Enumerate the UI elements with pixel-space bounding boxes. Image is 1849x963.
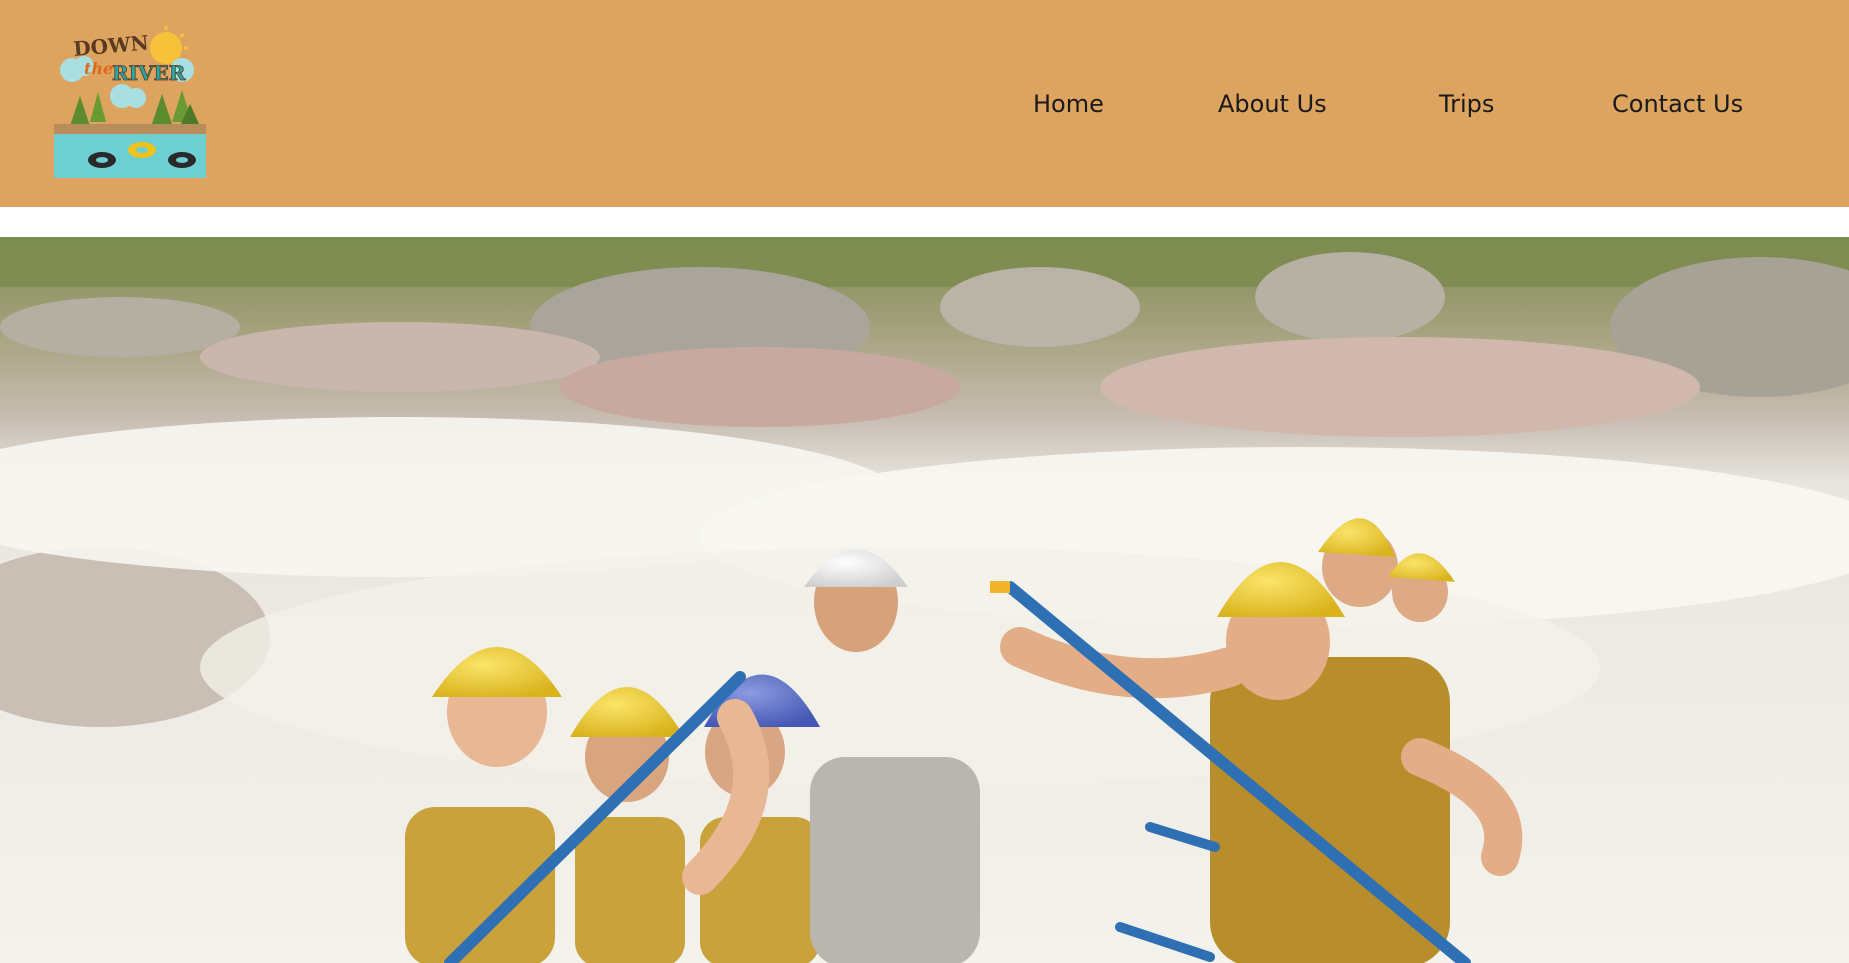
hero-image (0, 237, 1849, 963)
main-nav: Home About Us Trips Contact Us (0, 82, 1849, 126)
nav-about-us-link[interactable]: About Us (1218, 82, 1327, 126)
rafting-photo-illustration (0, 237, 1849, 963)
logo-text-the: the (84, 59, 113, 78)
site-header: DOWN the RIVER Home About Us Trips Conta… (0, 0, 1849, 207)
nav-home-link[interactable]: Home (1033, 82, 1104, 126)
nav-contact-us-link[interactable]: Contact Us (1612, 82, 1743, 126)
nav-trips-link[interactable]: Trips (1439, 82, 1494, 126)
